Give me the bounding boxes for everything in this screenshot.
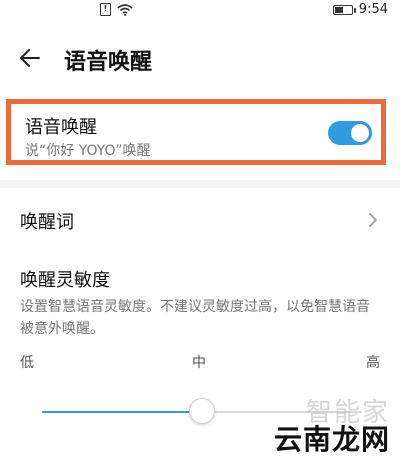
sensitivity-description: 设置智慧语音灵敏度。不建议灵敏度过高，以免智慧语音被意外唤醒。 [20,299,370,337]
status-icons: ! [100,3,133,16]
wake-word-label: 唤醒词 [20,212,74,233]
slider-fill [42,411,202,413]
battery-icon [332,4,356,15]
arrow-left-icon[interactable] [18,46,42,70]
status-right: 9:54 [332,2,388,17]
status-bar: ! 9:54 [0,0,400,22]
clock-time: 9:54 [358,2,388,17]
voice-wake-title: 语音唤醒 [25,117,97,138]
voice-wake-subtitle: 说“你好 YOYO”唤醒 [25,143,151,159]
battery-fill [334,6,343,13]
toggle-knob [351,124,369,142]
voice-wake-toggle[interactable] [328,121,372,145]
watermark-logo-bottom: 云南龙网 [273,423,390,456]
level-high-label: 高 [366,355,380,371]
page-title: 语音唤醒 [64,50,153,75]
section-divider [0,180,400,188]
wake-word-setting[interactable]: 唤醒词 [0,196,400,244]
slider-thumb[interactable] [189,398,215,424]
level-low-label: 低 [20,355,34,371]
chevron-right-icon [369,213,377,227]
sensitivity-title: 唤醒灵敏度 [20,270,110,291]
page-header: 语音唤醒 [0,36,400,80]
sim-alert-icon: ! [100,3,111,16]
wifi-icon [117,3,133,16]
level-mid-label: 中 [192,355,206,371]
voice-wake-setting[interactable]: 语音唤醒 说“你好 YOYO”唤醒 [6,99,386,165]
